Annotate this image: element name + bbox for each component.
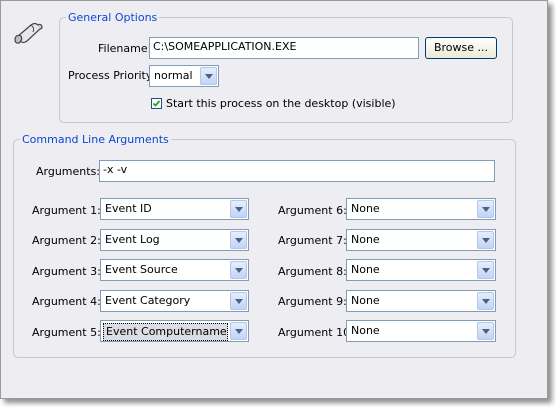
chevron-down-icon[interactable] bbox=[230, 200, 247, 218]
argument-7-label: Argument 7: bbox=[278, 234, 347, 247]
filename-field[interactable]: C:\SOMEAPPLICATION.EXE bbox=[149, 37, 419, 59]
desktop-checkbox-label[interactable]: Start this process on the desktop (visib… bbox=[166, 97, 396, 111]
argument-10-label: Argument 10: bbox=[278, 326, 354, 339]
argument-9-select[interactable]: None bbox=[346, 290, 496, 312]
argument-10-value: None bbox=[351, 324, 380, 337]
filename-label: Filename: bbox=[98, 42, 152, 55]
argument-4-value: Event Category bbox=[105, 294, 191, 307]
chevron-down-icon[interactable] bbox=[477, 231, 494, 249]
argument-9-value: None bbox=[351, 294, 380, 307]
argument-3-select[interactable]: Event Source bbox=[100, 259, 249, 281]
argument-6-label: Argument 6: bbox=[278, 204, 347, 217]
argument-8-label: Argument 8: bbox=[278, 265, 347, 278]
browse-button[interactable]: Browse ... bbox=[425, 37, 497, 59]
argument-6-value: None bbox=[351, 202, 380, 215]
argument-1-select[interactable]: Event ID bbox=[100, 198, 249, 220]
command-line-legend: Command Line Arguments bbox=[22, 133, 169, 146]
chevron-down-icon[interactable] bbox=[230, 231, 247, 249]
desktop-checkbox[interactable] bbox=[151, 98, 162, 109]
chevron-down-icon[interactable] bbox=[477, 200, 494, 218]
argument-3-label: Argument 3: bbox=[32, 265, 101, 278]
arguments-value: -x -v bbox=[103, 163, 128, 176]
chevron-down-icon[interactable] bbox=[477, 322, 494, 340]
argument-1-value: Event ID bbox=[105, 202, 152, 215]
argument-6-select[interactable]: None bbox=[346, 198, 496, 220]
chevron-down-icon[interactable] bbox=[477, 261, 494, 279]
argument-2-value: Event Log bbox=[105, 233, 160, 246]
priority-value: normal bbox=[154, 69, 193, 82]
arguments-field[interactable]: -x -v bbox=[99, 160, 495, 182]
chevron-down-icon[interactable] bbox=[230, 322, 247, 340]
argument-4-label: Argument 4: bbox=[32, 295, 101, 308]
options-panel: General Options Filename: C:\SOMEAPPLICA… bbox=[0, 0, 548, 399]
argument-8-select[interactable]: None bbox=[346, 259, 496, 281]
argument-2-select[interactable]: Event Log bbox=[100, 229, 249, 251]
chevron-down-icon[interactable] bbox=[230, 261, 247, 279]
filename-value: C:\SOMEAPPLICATION.EXE bbox=[153, 40, 297, 53]
chevron-down-icon[interactable] bbox=[230, 292, 247, 310]
chevron-down-icon[interactable] bbox=[200, 67, 217, 85]
argument-2-label: Argument 2: bbox=[32, 234, 101, 247]
argument-9-label: Argument 9: bbox=[278, 295, 347, 308]
scroll-icon bbox=[13, 19, 45, 49]
argument-1-label: Argument 1: bbox=[32, 204, 101, 217]
general-options-legend: General Options bbox=[68, 11, 158, 24]
argument-7-select[interactable]: None bbox=[346, 229, 496, 251]
argument-8-value: None bbox=[351, 263, 380, 276]
argument-3-value: Event Source bbox=[105, 263, 178, 276]
chevron-down-icon[interactable] bbox=[477, 292, 494, 310]
argument-5-value: Event Computername bbox=[103, 323, 228, 341]
arguments-label: Arguments: bbox=[36, 165, 101, 178]
argument-5-label: Argument 5: bbox=[32, 326, 101, 339]
argument-7-value: None bbox=[351, 233, 380, 246]
argument-5-select[interactable]: Event Computername bbox=[100, 320, 249, 342]
argument-10-select[interactable]: None bbox=[346, 320, 496, 342]
argument-4-select[interactable]: Event Category bbox=[100, 290, 249, 312]
priority-select[interactable]: normal bbox=[149, 65, 219, 87]
checkmark-icon bbox=[152, 100, 161, 107]
priority-label: Process Priority: bbox=[68, 69, 156, 82]
